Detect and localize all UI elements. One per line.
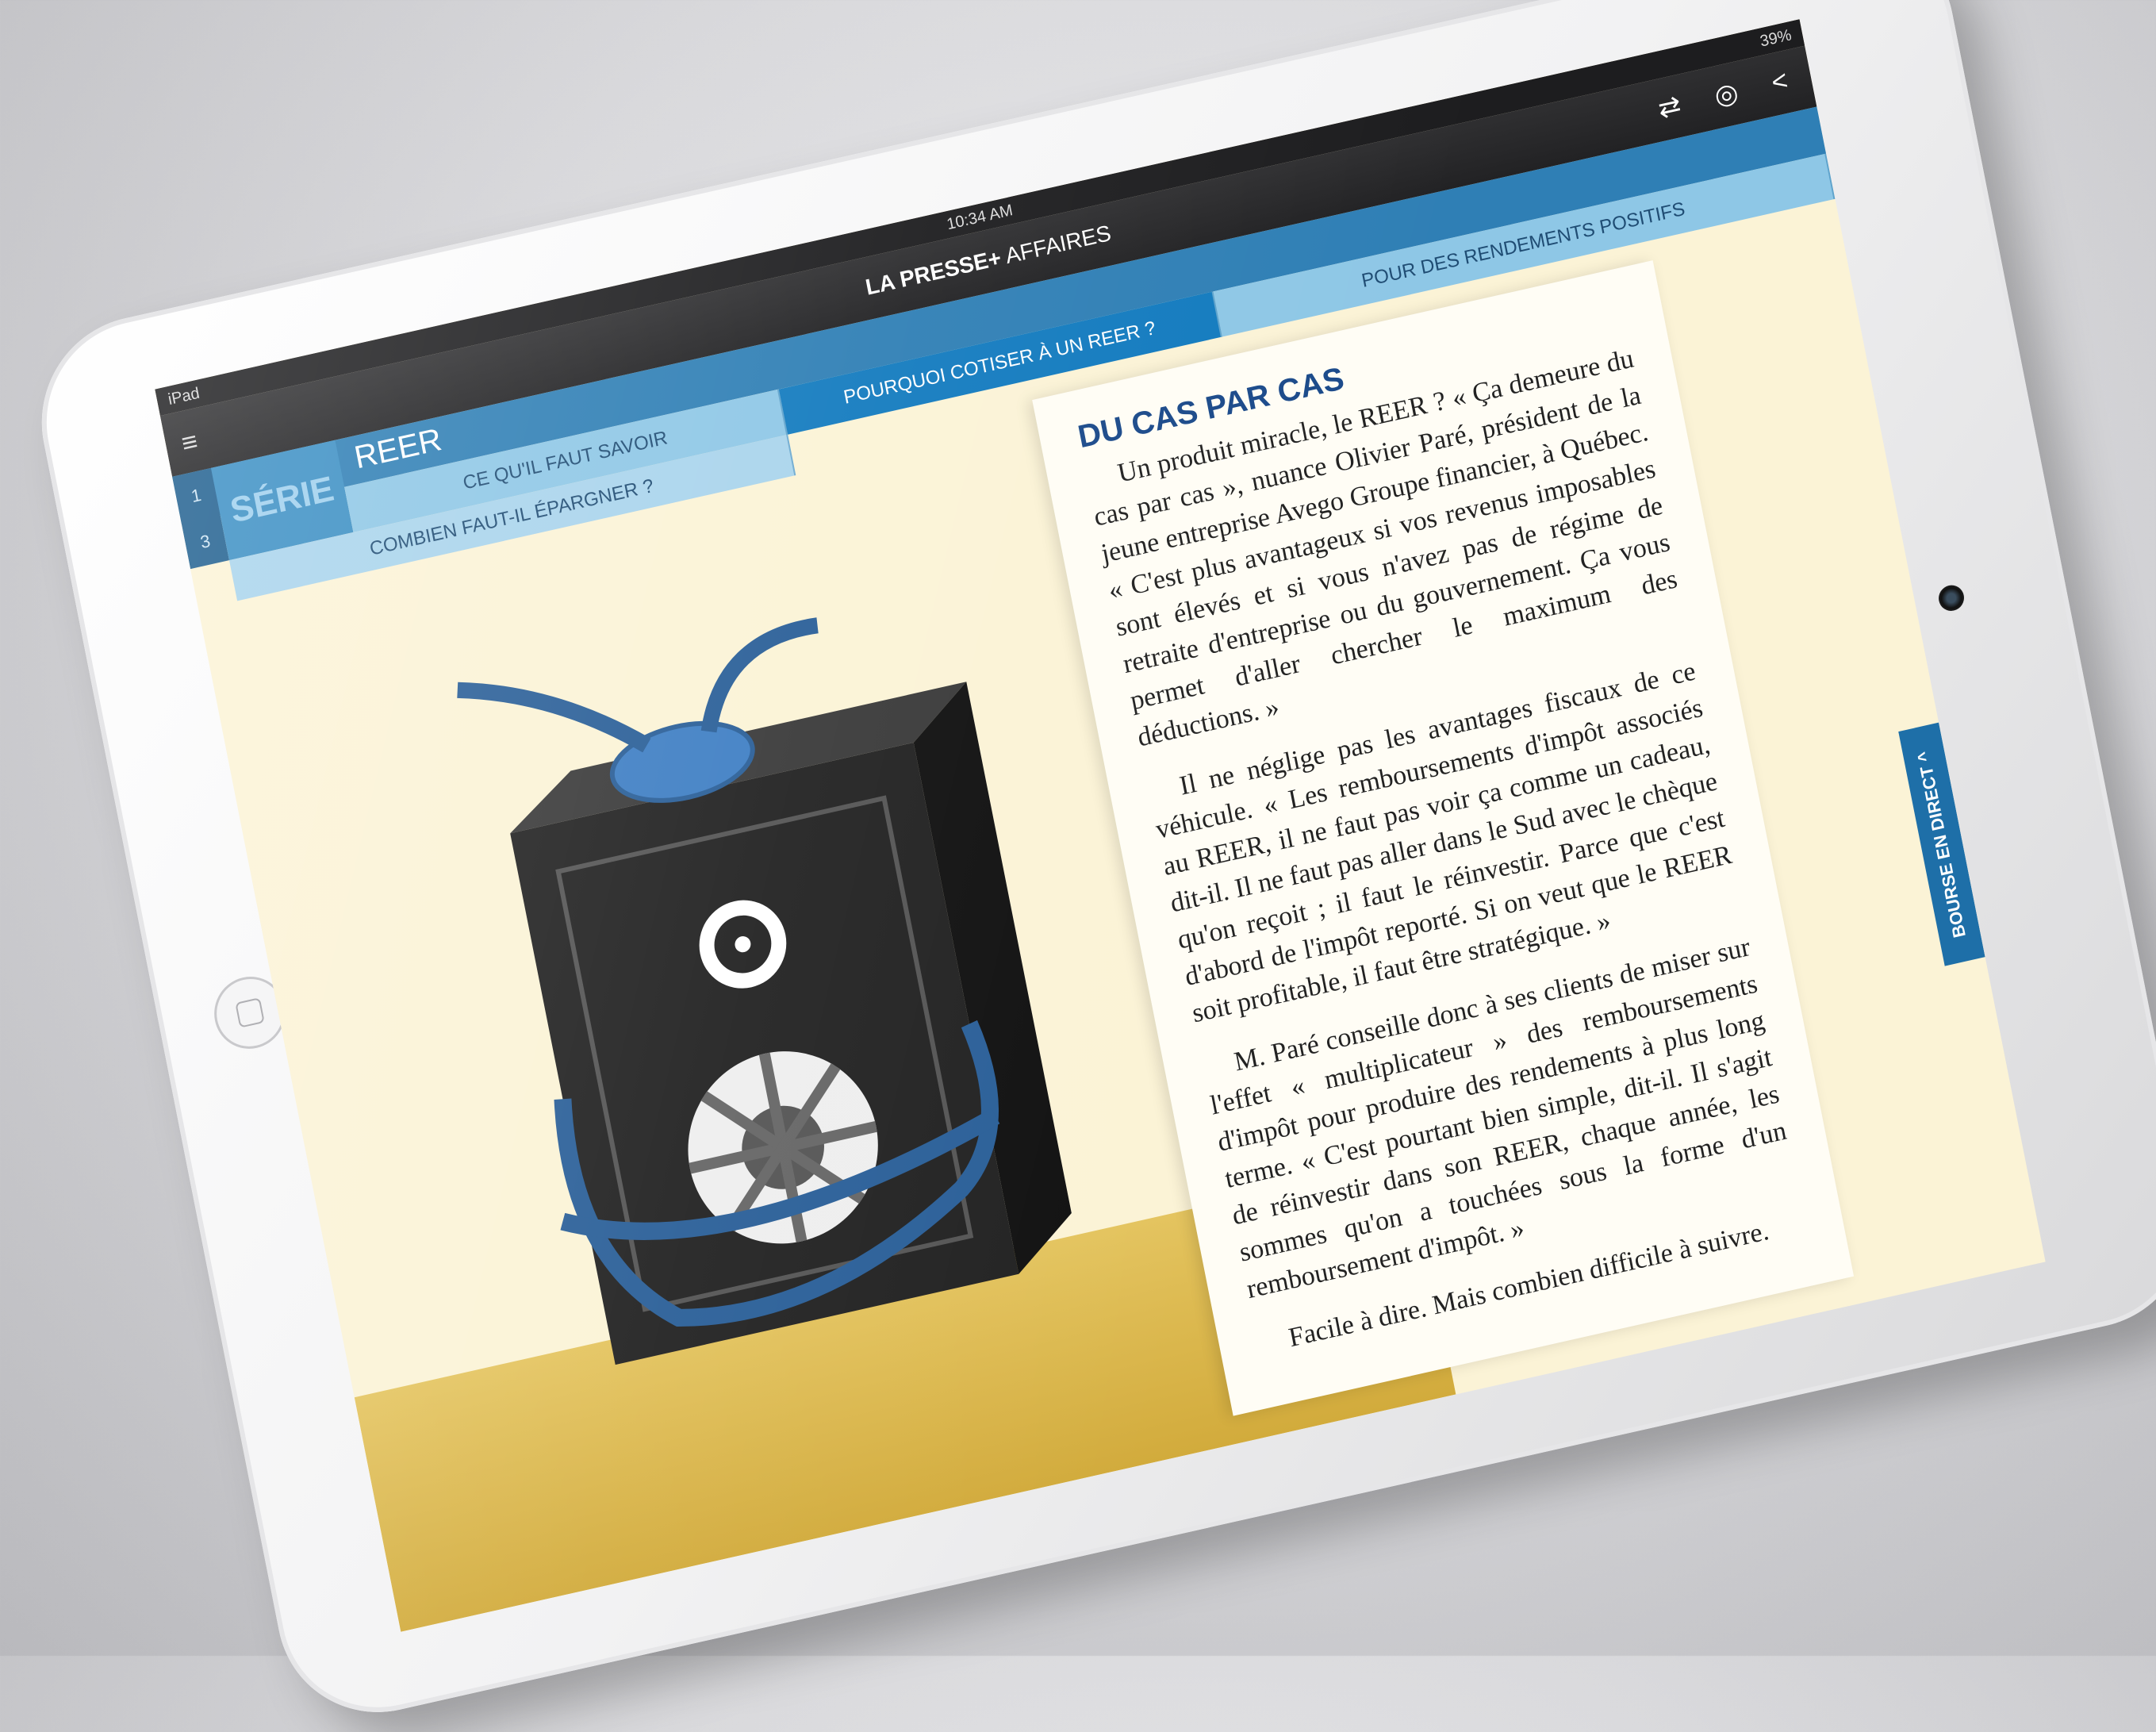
- scene: iPad 10:34 AM 39% ≡ LA PRESSE+ AFFAIRES …: [0, 0, 2156, 1732]
- brand-section: AFFAIRES: [1003, 220, 1114, 269]
- brand-name: LA PRESSE+: [863, 244, 1003, 300]
- podcast-icon[interactable]: ◎: [1712, 76, 1741, 113]
- front-camera: [1936, 582, 1966, 614]
- battery-indicator: 39%: [1758, 25, 1793, 51]
- app-screen: iPad 10:34 AM 39% ≡ LA PRESSE+ AFFAIRES …: [155, 19, 2046, 1632]
- safe-icon: [510, 682, 1072, 1365]
- bourse-en-direct-tab[interactable]: BOURSE EN DIRECT ^: [1898, 722, 1985, 966]
- ipad-device: iPad 10:34 AM 39% ≡ LA PRESSE+ AFFAIRES …: [24, 0, 2156, 1732]
- device-name: iPad: [166, 384, 201, 409]
